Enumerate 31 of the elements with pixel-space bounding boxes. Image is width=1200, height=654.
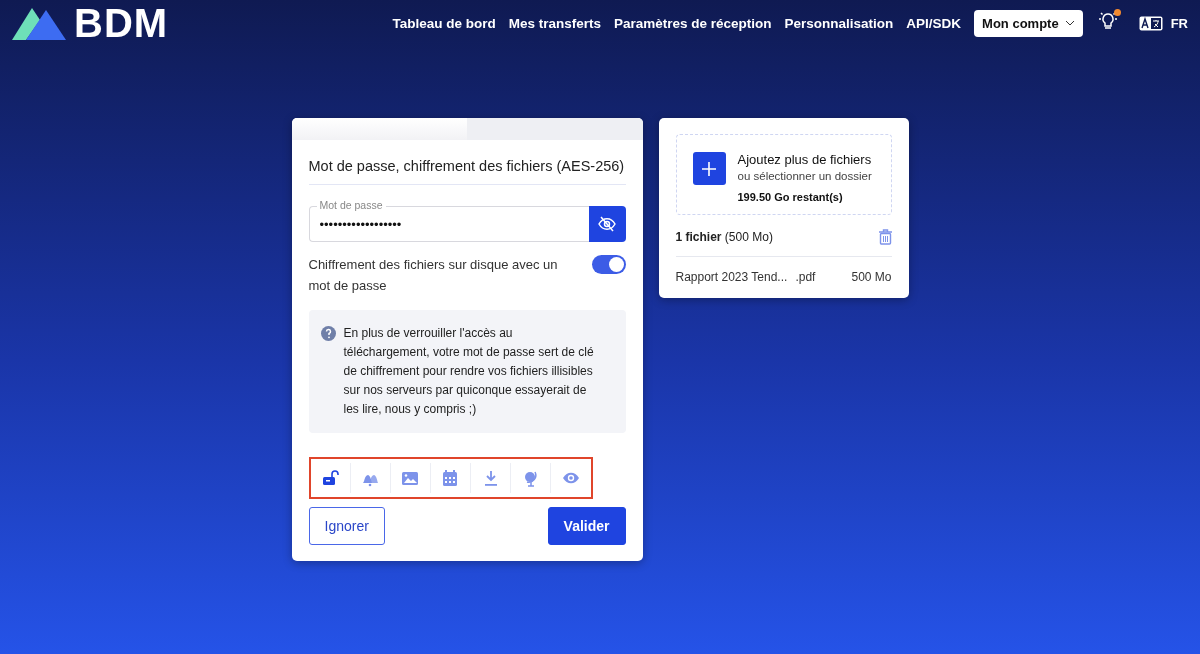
help-icon: [320, 326, 336, 341]
drop-zone[interactable]: Ajoutez plus de fichiers ou sélectionner un dossier 199.50 Go restant(s): [675, 134, 892, 215]
nav-link[interactable]: Tableau de bord: [392, 15, 496, 31]
section-title: Mot de passe, chiffrement des fichiers (AES-256): [308, 158, 626, 185]
info-text: En plus de verrouiller l'accès au téléchargement, votre mot de passe sert de clé de chiffrement pour rendre vos fichiers illisibles sur nos serveurs par quiconque essayerait de les lire, nous y compris ;): [343, 325, 595, 418]
nav-link[interactable]: Personnalisation: [784, 15, 894, 31]
logo-text: BDM: [74, 0, 169, 46]
files-summary: 1 fichier (500 Mo): [675, 230, 773, 244]
encryption-toggle[interactable]: [591, 255, 626, 274]
trash-icon[interactable]: [878, 229, 892, 245]
encryption-label: Chiffrement des fichiers sur disque avec un mot de passe: [308, 256, 559, 295]
account-dropdown[interactable]: Mon compte: [974, 9, 1083, 37]
validate-button[interactable]: Valider: [547, 507, 626, 545]
nav-link[interactable]: Paramètres de réception: [613, 15, 772, 31]
ignore-button[interactable]: Ignorer: [308, 507, 385, 545]
nav-link[interactable]: Mes transferts: [508, 15, 601, 31]
caret-icon: [1064, 20, 1075, 26]
eye-slash-icon: [598, 216, 616, 232]
logo-icon: [12, 6, 68, 40]
plus-icon: [701, 160, 717, 177]
select-folder-text: ou sélectionner un dossier: [737, 170, 872, 182]
file-size: 500 Mo: [851, 270, 892, 284]
nav-link[interactable]: API/SDK: [906, 15, 962, 31]
translate-icon[interactable]: [1138, 15, 1163, 31]
add-files-title: Ajoutez plus de fichiers: [737, 152, 872, 167]
language-label[interactable]: FR: [1170, 15, 1188, 31]
add-files-button[interactable]: [692, 152, 726, 185]
remaining-space: 199.50 Go restant(s): [737, 191, 844, 203]
file-extension: .pdf: [795, 270, 816, 284]
hide-password-button[interactable]: [588, 206, 626, 242]
file-name: Rapport 2023 Tend...: [675, 270, 788, 284]
